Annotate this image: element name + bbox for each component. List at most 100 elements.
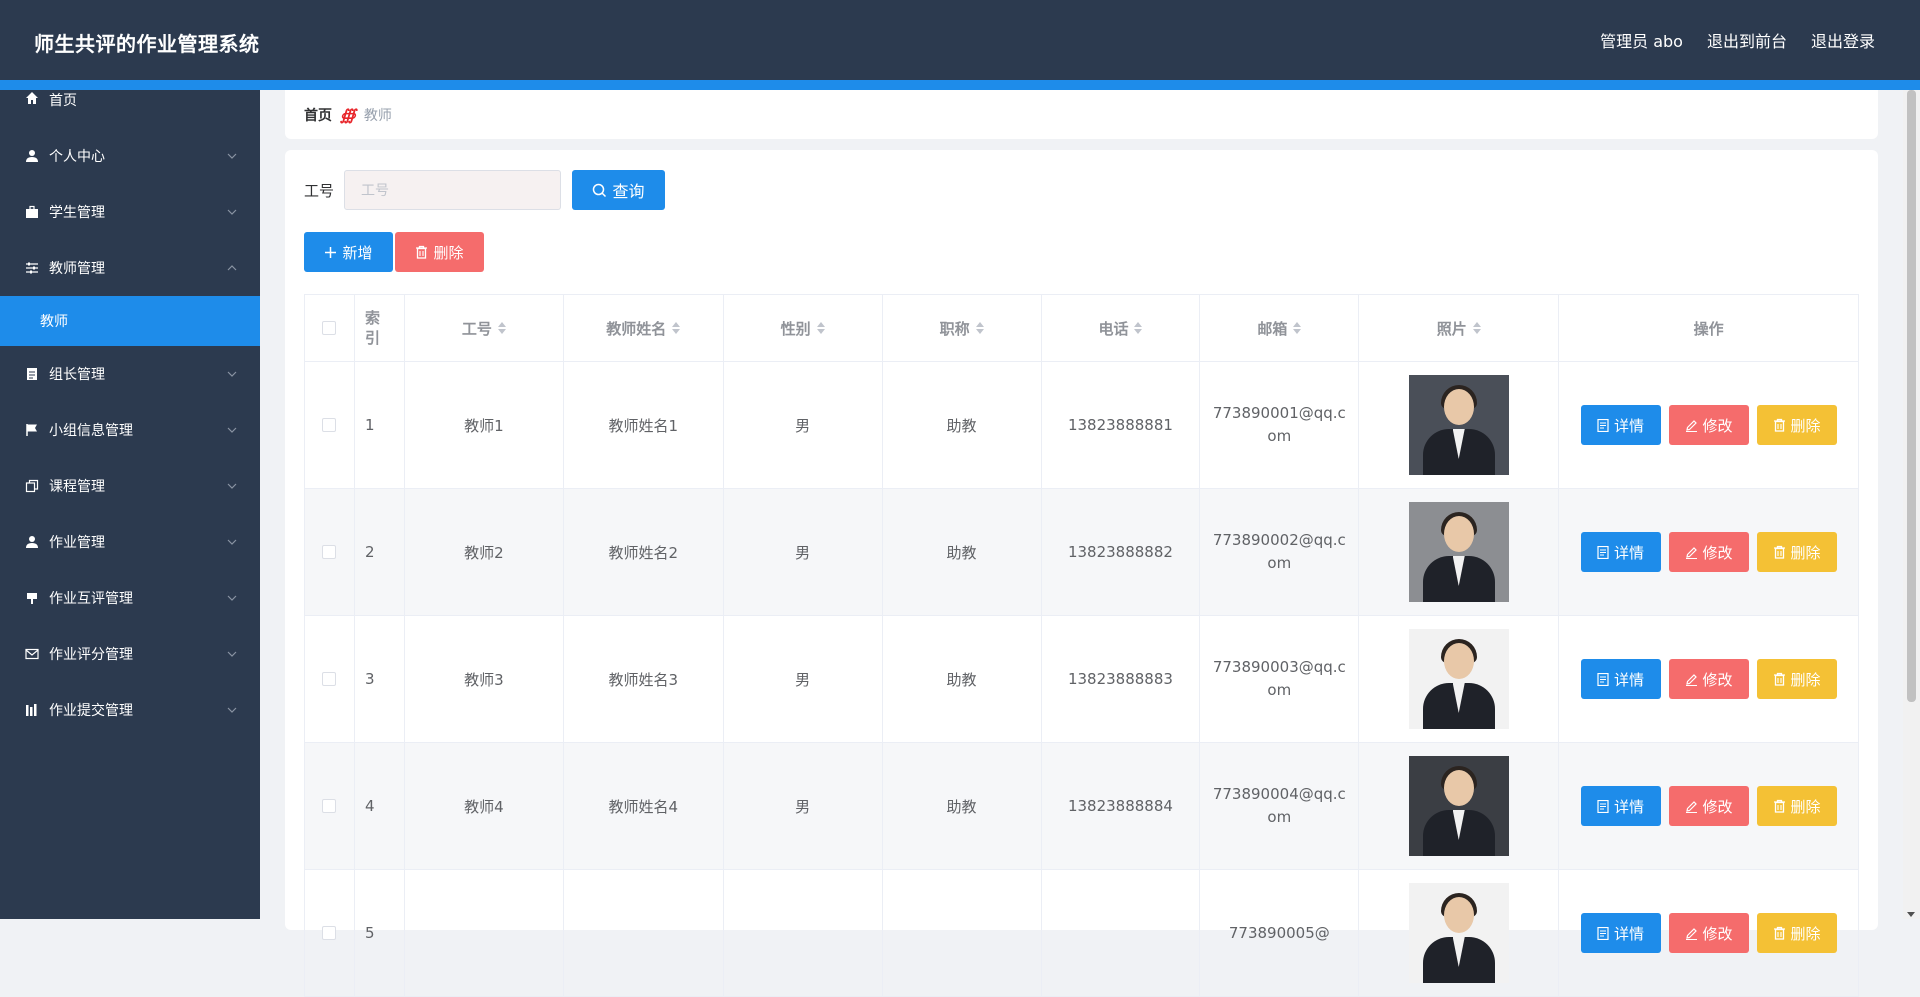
teacher-table: 索引 工号 教师姓名 性别 职称 电话 邮箱 照片 操作 1 教师1 教师姓名1 男助… bbox=[304, 294, 1859, 997]
sidebar-item-group-info-management[interactable]: 小组信息管理 bbox=[0, 402, 260, 458]
teacher-photo[interactable] bbox=[1408, 629, 1509, 729]
header-index: 索引 bbox=[354, 295, 405, 362]
header-gender-label: 性别 bbox=[780, 319, 811, 338]
sort-caret-icon[interactable] bbox=[1293, 322, 1302, 334]
admin-user-label[interactable]: 管理员 abo bbox=[1600, 28, 1683, 52]
exit-to-front-link[interactable]: 退出到前台 bbox=[1707, 28, 1787, 52]
table-row[interactable]: 4 教师4 教师姓名4 男助教 13823888884 773890004@qq.com 详… bbox=[305, 743, 1859, 870]
detail-button[interactable]: 详情 bbox=[1580, 786, 1661, 826]
row-delete-button[interactable]: 删除 bbox=[1756, 405, 1837, 445]
sidebar-item-student-management[interactable]: 学生管理 bbox=[0, 184, 260, 240]
chevron-down-icon bbox=[227, 427, 237, 433]
edit-button-label: 修改 bbox=[1702, 543, 1733, 562]
edit-button[interactable]: 修改 bbox=[1668, 659, 1749, 699]
pencil-icon bbox=[1685, 673, 1698, 686]
sort-caret-icon[interactable] bbox=[816, 322, 825, 334]
header-phone[interactable]: 电话 bbox=[1041, 295, 1201, 362]
cell-gender: 男 bbox=[723, 489, 883, 616]
cell-title: 助教 bbox=[882, 616, 1042, 743]
table-row[interactable]: 1 教师1 教师姓名1 男助教 13823888881 773890001@qq.com 详… bbox=[305, 362, 1859, 489]
cell-index: 5 bbox=[354, 870, 405, 997]
sidebar-item-personal-center[interactable]: 个人中心 bbox=[0, 128, 260, 184]
sidebar-item-submission-management[interactable]: 作业提交管理 bbox=[0, 682, 260, 738]
row-checkbox[interactable] bbox=[322, 418, 337, 432]
sidebar-item-homework-management[interactable]: 作业管理 bbox=[0, 514, 260, 570]
sort-caret-icon[interactable] bbox=[975, 322, 984, 334]
add-button[interactable]: 新增 bbox=[304, 232, 393, 272]
header-name-label: 教师姓名 bbox=[606, 319, 667, 338]
email-text: 773890004@qq.com bbox=[1212, 785, 1346, 826]
batch-delete-button[interactable]: 删除 bbox=[395, 232, 484, 272]
page-scrollbar[interactable] bbox=[1903, 90, 1920, 919]
teacher-photo[interactable] bbox=[1408, 756, 1509, 856]
cell-id: 教师1 bbox=[404, 362, 564, 489]
edit-button[interactable]: 修改 bbox=[1668, 913, 1749, 953]
header-phone-label: 电话 bbox=[1098, 319, 1129, 338]
detail-button-label: 详情 bbox=[1614, 543, 1645, 562]
header-name[interactable]: 教师姓名 bbox=[563, 295, 724, 362]
edit-button[interactable]: 修改 bbox=[1668, 532, 1749, 572]
select-all-checkbox[interactable] bbox=[322, 321, 337, 335]
header-photo[interactable]: 照片 bbox=[1359, 295, 1560, 362]
batch-delete-button-label: 删除 bbox=[433, 244, 464, 262]
header-id[interactable]: 工号 bbox=[404, 295, 564, 362]
table-row[interactable]: 5 773890005@ 详情 修改 删除 bbox=[305, 870, 1859, 997]
sidebar-item-course-management[interactable]: 课程管理 bbox=[0, 458, 260, 514]
chevron-down-icon bbox=[227, 153, 237, 159]
sidebar-item-home[interactable]: 首页 bbox=[0, 90, 260, 128]
table-row[interactable]: 2 教师2 教师姓名2 男助教 13823888882 773890002@qq.com 详… bbox=[305, 489, 1859, 616]
cell-index: 4 bbox=[354, 743, 405, 870]
sidebar-subitem-teacher[interactable]: 教师 bbox=[0, 296, 260, 346]
header-email[interactable]: 邮箱 bbox=[1200, 295, 1360, 362]
scroll-down-arrow-icon[interactable] bbox=[1907, 912, 1915, 917]
sort-caret-icon[interactable] bbox=[497, 322, 506, 334]
cell-name bbox=[563, 870, 724, 997]
teacher-photo[interactable] bbox=[1408, 883, 1509, 983]
sort-caret-icon[interactable] bbox=[1134, 322, 1143, 334]
sidebar-item-peer-review-management[interactable]: 作业互评管理 bbox=[0, 570, 260, 626]
scrollbar-thumb[interactable] bbox=[1907, 90, 1916, 702]
detail-button[interactable]: 详情 bbox=[1580, 913, 1661, 953]
teacher-photo[interactable] bbox=[1408, 375, 1509, 475]
cell-actions: 详情 修改 删除 bbox=[1559, 362, 1859, 489]
edit-button-label: 修改 bbox=[1702, 670, 1733, 689]
breadcrumb-home[interactable]: 首页 bbox=[304, 105, 332, 125]
sidebar-item-label: 小组信息管理 bbox=[49, 423, 133, 439]
sort-caret-icon[interactable] bbox=[1472, 322, 1481, 334]
trash-icon bbox=[1773, 545, 1786, 559]
row-checkbox[interactable] bbox=[322, 926, 337, 940]
cell-phone: 13823888882 bbox=[1041, 489, 1201, 616]
sidebar-item-teacher-management[interactable]: 教师管理 bbox=[0, 240, 260, 296]
row-delete-button[interactable]: 删除 bbox=[1756, 659, 1837, 699]
row-checkbox[interactable] bbox=[322, 545, 337, 559]
search-input[interactable] bbox=[344, 170, 561, 210]
teacher-photo[interactable] bbox=[1408, 502, 1509, 602]
cell-title bbox=[882, 870, 1042, 997]
chevron-down-icon bbox=[227, 371, 237, 377]
pencil-icon bbox=[1685, 927, 1698, 940]
row-select-cell bbox=[305, 870, 355, 997]
header-gender[interactable]: 性别 bbox=[723, 295, 883, 362]
sidebar-item-grading-management[interactable]: 作业评分管理 bbox=[0, 626, 260, 682]
detail-button[interactable]: 详情 bbox=[1580, 405, 1661, 445]
edit-button[interactable]: 修改 bbox=[1668, 786, 1749, 826]
table-row[interactable]: 3 教师3 教师姓名3 男助教 13823888883 773890003@qq.com 详… bbox=[305, 616, 1859, 743]
query-button[interactable]: 查询 bbox=[572, 170, 665, 210]
user-icon bbox=[24, 534, 40, 550]
edit-button[interactable]: 修改 bbox=[1668, 405, 1749, 445]
row-delete-button[interactable]: 删除 bbox=[1756, 786, 1837, 826]
row-checkbox[interactable] bbox=[322, 672, 337, 686]
header-title[interactable]: 职称 bbox=[882, 295, 1042, 362]
detail-button[interactable]: 详情 bbox=[1580, 659, 1661, 699]
detail-button[interactable]: 详情 bbox=[1580, 532, 1661, 572]
header-select-all-cell bbox=[305, 295, 355, 362]
cell-index: 1 bbox=[354, 362, 405, 489]
sidebar-item-leader-management[interactable]: 组长管理 bbox=[0, 346, 260, 402]
cell-photo bbox=[1359, 870, 1560, 997]
sort-caret-icon[interactable] bbox=[672, 322, 681, 334]
row-delete-button[interactable]: 删除 bbox=[1756, 913, 1837, 953]
chevron-down-icon bbox=[227, 707, 237, 713]
row-checkbox[interactable] bbox=[322, 799, 337, 813]
logout-link[interactable]: 退出登录 bbox=[1811, 28, 1875, 52]
row-delete-button[interactable]: 删除 bbox=[1756, 532, 1837, 572]
